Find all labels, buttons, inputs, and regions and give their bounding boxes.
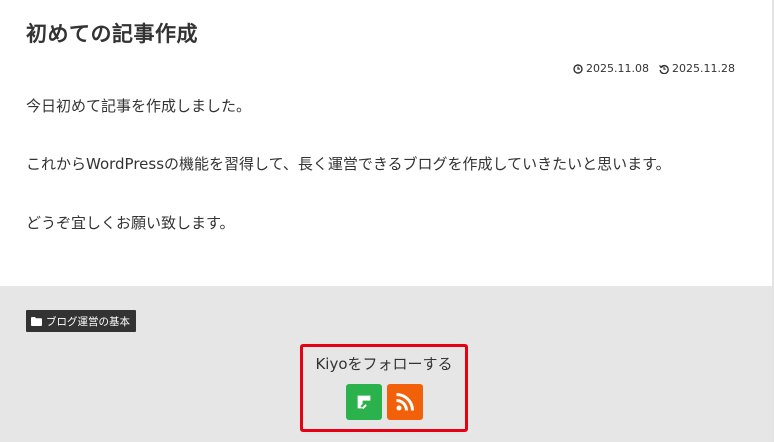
history-icon: [659, 64, 669, 74]
follow-box: Kiyoをフォローする: [300, 344, 468, 432]
clock-icon: [573, 63, 583, 74]
published-date-text: 2025.11.08: [586, 62, 650, 75]
post-dates: 2025.11.08 2025.11.28: [573, 62, 735, 75]
post-paragraph: どうぞ宜しくお願い致します。: [26, 214, 235, 232]
folder-icon: [31, 316, 42, 326]
post-footer: ブログ運営の基本 Kiyoをフォローする: [0, 286, 772, 442]
category-tag[interactable]: ブログ運営の基本: [26, 310, 136, 332]
follow-buttons: [303, 384, 465, 420]
post-paragraph: 今日初めて記事を作成しました。: [26, 97, 252, 115]
feedly-icon: [357, 395, 370, 410]
post-paragraph: これからWordPressの機能を習得して、長く運営できるブログを作成していきた…: [26, 155, 671, 173]
feedly-button[interactable]: [345, 384, 382, 420]
published-date: 2025.11.08: [573, 62, 649, 75]
follow-title: Kiyoをフォローする: [315, 355, 453, 373]
rss-icon: [395, 393, 414, 411]
rss-button[interactable]: [386, 384, 423, 420]
category-label: ブログ運営の基本: [46, 315, 130, 328]
updated-date-text: 2025.11.28: [672, 62, 735, 75]
article: 初めての記事作成 2025.11.08 2025.11.28 今日初めて記事を作…: [0, 0, 772, 286]
updated-date: 2025.11.28: [659, 62, 735, 75]
post-title: 初めての記事作成: [26, 22, 198, 46]
